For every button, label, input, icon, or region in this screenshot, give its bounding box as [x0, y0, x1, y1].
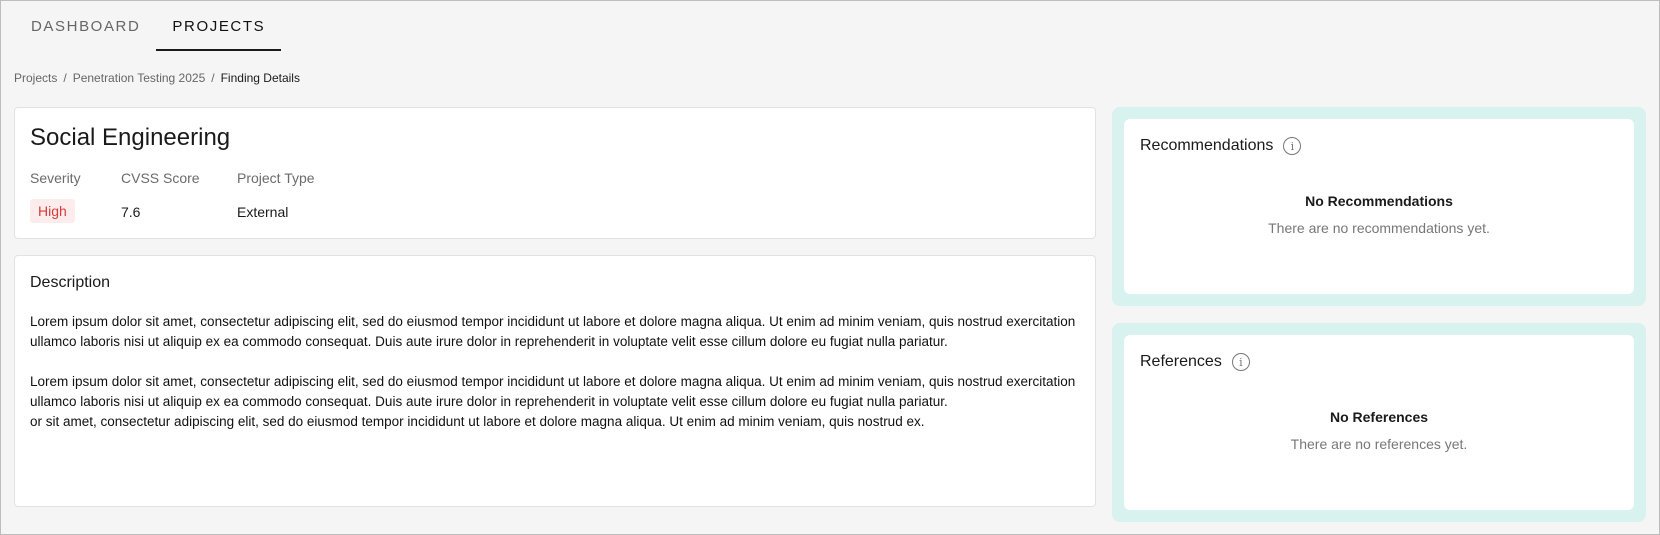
references-empty-title: No References: [1329, 409, 1429, 425]
finding-summary-card: Social Engineering Severity CVSS Score P…: [14, 107, 1096, 239]
breadcrumb-separator: /: [211, 71, 215, 85]
references-title: References: [1140, 353, 1222, 370]
recommendations-card: Recommendations i No Recommendations The…: [1124, 119, 1634, 294]
severity-label: Severity: [30, 170, 81, 186]
references-panel: References i No References There are no …: [1112, 323, 1646, 522]
references-empty-text: There are no references yet.: [1290, 436, 1468, 452]
project-type-label: Project Type: [237, 170, 315, 186]
description-card: Description Lorem ipsum dolor sit amet, …: [14, 255, 1096, 507]
description-title: Description: [30, 274, 111, 291]
info-icon[interactable]: i: [1283, 137, 1302, 155]
description-body: Lorem ipsum dolor sit amet, consectetur …: [30, 312, 1090, 432]
recommendations-header: Recommendations i: [1140, 137, 1302, 155]
description-paragraph: Lorem ipsum dolor sit amet, consectetur …: [30, 374, 1076, 409]
description-paragraph: or sit amet, consectetur adipiscing elit…: [30, 414, 925, 429]
breadcrumb-separator: /: [63, 71, 67, 85]
top-tabs: DASHBOARD PROJECTS: [15, 1, 282, 51]
cvss-score-value: 7.6: [121, 204, 141, 220]
project-type-value: External: [237, 204, 289, 220]
breadcrumb: Projects / Penetration Testing 2025 / Fi…: [14, 71, 300, 85]
app-frame: DASHBOARD PROJECTS Projects / Penetratio…: [0, 0, 1660, 535]
info-icon[interactable]: i: [1231, 353, 1250, 371]
finding-title: Social Engineering: [30, 124, 231, 151]
references-header: References i: [1140, 353, 1250, 371]
cvss-score-label: CVSS Score: [121, 170, 200, 186]
breadcrumb-projects[interactable]: Projects: [14, 71, 57, 85]
recommendations-title: Recommendations: [1140, 137, 1274, 154]
breadcrumb-current: Finding Details: [220, 71, 300, 85]
breadcrumb-project[interactable]: Penetration Testing 2025: [73, 71, 206, 85]
severity-badge: High: [30, 199, 75, 223]
recommendations-empty-text: There are no recommendations yet.: [1268, 220, 1490, 236]
recommendations-panel: Recommendations i No Recommendations The…: [1112, 107, 1646, 306]
tab-projects[interactable]: PROJECTS: [156, 1, 282, 51]
tab-dashboard[interactable]: DASHBOARD: [15, 1, 156, 51]
references-card: References i No References There are no …: [1124, 335, 1634, 510]
recommendations-empty-title: No Recommendations: [1305, 193, 1453, 209]
description-paragraph: Lorem ipsum dolor sit amet, consectetur …: [30, 314, 1076, 349]
